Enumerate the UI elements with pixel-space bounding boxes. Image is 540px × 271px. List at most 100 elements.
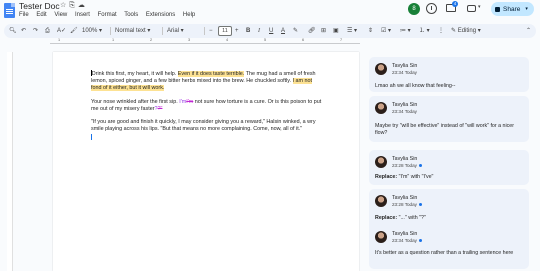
- paint-format-icon[interactable]: 🖌︎: [70, 24, 78, 38]
- comment-card[interactable]: Tavylia Sin 23:34 Today Maybe try "will …: [369, 96, 529, 142]
- menu-edit[interactable]: Edit: [36, 12, 46, 18]
- checklist-icon[interactable]: ☑ ▾: [381, 24, 391, 38]
- comment-time: 23:28 Today: [392, 163, 422, 168]
- paragraph[interactable]: "If you are good and finish it quickly, …: [91, 119, 323, 141]
- comment-thread-card[interactable]: Tavylia Sin 23:28 Today Replace: "..." w…: [369, 189, 529, 269]
- suggestion-text: Replace: "I'm" with "I've": [375, 174, 521, 181]
- italic-icon[interactable]: I: [258, 24, 260, 38]
- search-menus-icon[interactable]: 🔍︎: [9, 24, 17, 38]
- suggested-deletion[interactable]: I'm: [186, 99, 193, 105]
- pencil-icon: ✎: [451, 28, 457, 34]
- comments-count-badge: 4: [452, 1, 458, 7]
- move-folder-icon[interactable]: ⎘: [69, 2, 78, 9]
- share-label: Share: [503, 5, 521, 13]
- ruler-number: 1: [58, 38, 61, 42]
- suggestion-detail: "I'm" with "I've": [398, 174, 434, 180]
- spellcheck-icon[interactable]: A✓: [57, 24, 66, 38]
- comment-header: Tavylia Sin 23:28 Today: [375, 195, 523, 211]
- font-size-input[interactable]: 11: [218, 26, 232, 36]
- suggestion-text: Replace: "..." with "?": [375, 215, 521, 222]
- collaborator-cursor: [91, 134, 92, 141]
- insert-link-icon[interactable]: 🔗︎: [308, 24, 316, 38]
- print-icon[interactable]: ⎙: [45, 24, 50, 38]
- docs-logo-icon[interactable]: [4, 3, 15, 18]
- comment-author: Tavylia Sin: [392, 156, 418, 162]
- paragraph-text: Drink this first, my heart, it will help…: [91, 71, 177, 77]
- meet-icon[interactable]: [467, 5, 476, 12]
- font-select[interactable]: Arial ▾: [167, 24, 184, 38]
- comment-card[interactable]: Tavylia Sin 23:34 Today Lmao ah we all k…: [369, 57, 529, 92]
- comment-author: Tavylia Sin: [392, 195, 418, 201]
- comment-author: Tavylia Sin: [392, 63, 418, 69]
- document-canvas: Drink this first, my heart, it will help…: [0, 46, 540, 271]
- suggestion-detail: "..." with "?": [398, 215, 426, 221]
- text-color-icon[interactable]: A: [281, 24, 285, 38]
- formatting-toolbar: 🔍︎ ↶ ↷ ⎙ A✓ 🖌︎ 100% ▾ Normal text ▾ Aria…: [4, 24, 536, 38]
- decrease-font-size-icon[interactable]: −: [209, 24, 213, 38]
- document-title[interactable]: Tester Doc: [19, 1, 60, 11]
- cloud-status-icon[interactable]: ☁: [78, 2, 88, 9]
- comment-header: Tavylia Sin 23:34 Today: [375, 102, 523, 118]
- collapse-toolbar-icon[interactable]: ⌃: [526, 24, 531, 38]
- line-spacing-icon[interactable]: ⇕: [368, 24, 373, 38]
- comment-time: 23:34 Today: [392, 109, 417, 114]
- menu-insert[interactable]: Insert: [75, 12, 90, 18]
- collaborator-avatar[interactable]: 8: [408, 3, 420, 15]
- menu-format[interactable]: Format: [98, 12, 117, 18]
- comment-author: Tavylia Sin: [392, 231, 418, 237]
- suggestion-card[interactable]: Tavylia Sin 23:28 Today Replace: "I'm" w…: [369, 150, 529, 185]
- share-dropdown-icon[interactable]: ▾: [525, 6, 528, 12]
- menu-tools[interactable]: Tools: [124, 12, 138, 18]
- meet-dropdown-icon[interactable]: ▾: [478, 4, 481, 10]
- suggested-deletion[interactable]: ?": [158, 106, 163, 112]
- suggestion-label: Replace:: [375, 174, 398, 180]
- ruler-number: 1: [112, 38, 115, 42]
- avatar: [375, 63, 387, 75]
- commented-text[interactable]: Even if it does taste terrible.: [177, 71, 245, 77]
- undo-icon[interactable]: ↶: [21, 24, 26, 38]
- paragraph[interactable]: Drink this first, my heart, it will help…: [91, 70, 323, 93]
- toolbar-divider: [110, 27, 111, 35]
- comment-text: Lmao ah we all know that feeling--: [375, 83, 456, 89]
- highlight-color-icon[interactable]: ✎: [293, 24, 298, 38]
- comment-header: Tavylia Sin 23:34 Today: [375, 63, 523, 79]
- align-icon[interactable]: ☰ ▾: [347, 24, 357, 38]
- more-options-icon[interactable]: ⋮: [438, 24, 444, 38]
- bold-icon[interactable]: B: [246, 24, 250, 38]
- lock-icon: [495, 6, 500, 12]
- insert-image-icon[interactable]: ▣: [333, 24, 339, 38]
- unread-dot: [418, 163, 422, 167]
- share-button[interactable]: Share ▾: [491, 2, 534, 16]
- version-history-icon[interactable]: [426, 3, 437, 14]
- paragraph[interactable]: Your nose wrinkled after the first sip. …: [91, 99, 323, 113]
- menu-help[interactable]: Help: [183, 12, 195, 18]
- numbered-list-icon[interactable]: ⒈ ▾: [419, 24, 430, 38]
- increase-font-size-icon[interactable]: +: [235, 24, 239, 38]
- star-icon[interactable]: ☆: [60, 2, 69, 9]
- paragraph-text: "If you are good and finish it quickly, …: [91, 119, 316, 133]
- document-body[interactable]: Drink this first, my heart, it will help…: [91, 70, 323, 146]
- redo-icon[interactable]: ↷: [33, 24, 38, 38]
- underline-icon[interactable]: U: [269, 24, 273, 38]
- horizontal-ruler[interactable]: 1 1 2 3 4 5 6 7: [50, 38, 360, 46]
- comment-text: Maybe try "will be effective" instead of…: [375, 123, 515, 136]
- avatar: [375, 195, 387, 207]
- document-page[interactable]: Drink this first, my heart, it will help…: [53, 52, 359, 271]
- bulleted-list-icon[interactable]: ≔ ▾: [400, 24, 411, 38]
- unread-dot: [418, 202, 422, 206]
- avatar: [375, 231, 387, 243]
- zoom-select[interactable]: 100% ▾: [82, 24, 102, 38]
- menu-extensions[interactable]: Extensions: [146, 12, 175, 18]
- menu-file[interactable]: File: [19, 12, 29, 18]
- menu-view[interactable]: View: [54, 12, 67, 18]
- avatar: [375, 102, 387, 114]
- mode-value: Editing: [457, 28, 477, 34]
- comment-time: 23:34 Today: [392, 70, 417, 75]
- vertical-ruler[interactable]: [7, 52, 13, 271]
- style-select[interactable]: Normal text ▾: [115, 24, 150, 38]
- title-bar: Tester Doc ☆⎘☁ File Edit View Insert For…: [0, 0, 540, 24]
- mode-select[interactable]: ✎ Editing ▾: [451, 24, 481, 38]
- add-comment-icon[interactable]: ⊞: [321, 24, 326, 38]
- comment-header: Tavylia Sin 23:34 Today: [375, 231, 523, 247]
- style-value: Normal text: [115, 28, 146, 34]
